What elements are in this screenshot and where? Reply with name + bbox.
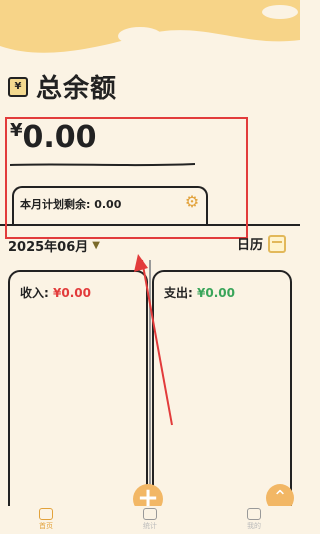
highlight-box xyxy=(5,117,248,239)
month-label: 2025年06月 xyxy=(8,240,89,255)
income-value: ¥0.00 xyxy=(53,286,91,300)
tab-stats-label: 统计 xyxy=(143,522,157,530)
tab-bar: 首页 统计 我的 xyxy=(0,506,300,534)
calendar-icon xyxy=(268,234,286,253)
tab-stats[interactable]: 统计 xyxy=(120,508,180,531)
income-title: 收入: xyxy=(20,286,49,300)
expense-value: ¥0.00 xyxy=(197,286,235,300)
month-selector[interactable]: 2025年06月 ▼ xyxy=(8,236,100,255)
tab-me[interactable]: 我的 xyxy=(224,508,284,531)
chart-icon xyxy=(143,508,157,520)
calendar-button[interactable]: 日历 xyxy=(237,234,286,253)
page-title: 总余额 xyxy=(36,74,118,104)
chevron-down-icon: ▼ xyxy=(92,240,100,251)
title-row: ¥ 总余额 xyxy=(8,68,117,105)
income-label: 收入: ¥0.00 xyxy=(20,284,91,301)
user-icon xyxy=(247,508,261,520)
annotation-arrow xyxy=(134,254,173,426)
tab-me-label: 我的 xyxy=(247,522,261,530)
tab-home[interactable]: 首页 xyxy=(16,508,76,531)
yen-icon: ¥ xyxy=(8,76,28,97)
calendar-label: 日历 xyxy=(236,238,263,253)
top-decoration xyxy=(0,0,300,53)
tab-home-label: 首页 xyxy=(39,522,53,530)
home-icon xyxy=(39,508,53,520)
